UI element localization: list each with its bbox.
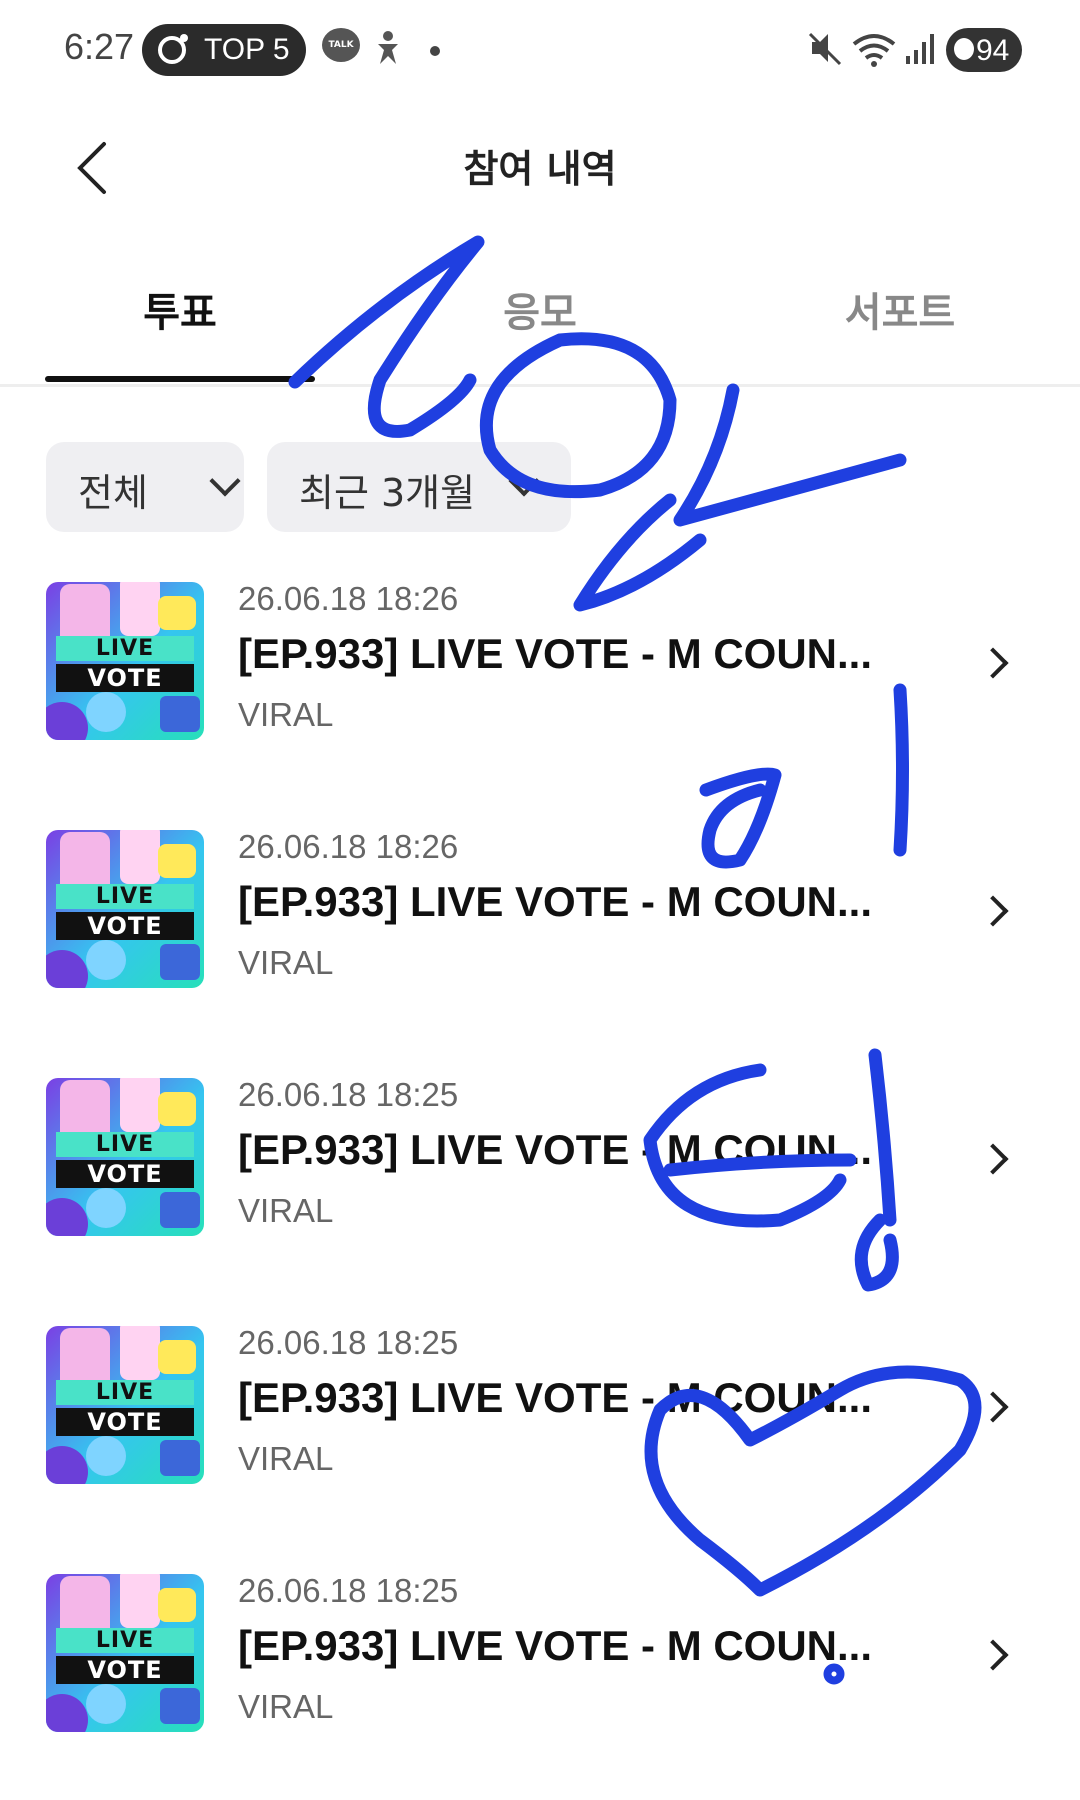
- wifi-icon: [852, 34, 896, 67]
- filter-type-label: 전체: [78, 471, 148, 515]
- accessibility-icon: [378, 31, 398, 64]
- chevron-right-icon: [977, 1143, 1009, 1175]
- thumb-live-text: LIVE: [56, 884, 194, 909]
- live-vote-thumbnail: LIVE VOTE: [46, 1326, 204, 1484]
- item-date: 26.06.18 18:25: [238, 1076, 459, 1113]
- mute-icon: [808, 32, 842, 66]
- item-date: 26.06.18 18:26: [238, 828, 459, 865]
- item-title: [EP.933] LIVE VOTE - M COUN...: [238, 1374, 873, 1421]
- battery-icon: 94: [946, 28, 1022, 72]
- notification-app-icon: [158, 34, 188, 64]
- item-title: [EP.933] LIVE VOTE - M COUN...: [238, 1126, 873, 1173]
- filter-type-dropdown[interactable]: 전체: [46, 442, 244, 532]
- chevron-right-icon: [977, 1639, 1009, 1671]
- list-item[interactable]: LIVE VOTE 26.06.18 18:26 [EP.933] LIVE V…: [0, 808, 1080, 1056]
- thumb-live-text: LIVE: [56, 1380, 194, 1405]
- battery-saver-icon: [954, 38, 974, 60]
- chevron-right-icon: [977, 895, 1009, 927]
- item-date: 26.06.18 18:25: [238, 1324, 459, 1361]
- filter-period-label: 최근 3개월: [299, 471, 476, 515]
- item-date: 26.06.18 18:25: [238, 1572, 459, 1609]
- item-category: VIRAL: [238, 1688, 334, 1725]
- header: 참여 내역: [0, 100, 1080, 230]
- live-vote-thumbnail: LIVE VOTE: [46, 1574, 204, 1732]
- thumb-live-text: LIVE: [56, 1132, 194, 1157]
- thumb-vote-text: VOTE: [56, 1160, 194, 1188]
- status-bar: 6:27 TOP 5 TALK 94: [0, 0, 1080, 100]
- live-vote-thumbnail: LIVE VOTE: [46, 582, 204, 740]
- item-category: VIRAL: [238, 944, 334, 981]
- chevron-down-icon: [209, 465, 241, 497]
- chevron-right-icon: [977, 647, 1009, 679]
- item-title: [EP.933] LIVE VOTE - M COUN...: [238, 1622, 873, 1669]
- thumb-live-text: LIVE: [56, 636, 194, 661]
- item-category: VIRAL: [238, 696, 334, 733]
- item-title: [EP.933] LIVE VOTE - M COUN...: [238, 630, 873, 677]
- tab-bar: 투표 응모 서포트: [0, 250, 1080, 387]
- thumb-vote-text: VOTE: [56, 1656, 194, 1684]
- talk-icon: TALK: [322, 28, 360, 62]
- live-vote-thumbnail: LIVE VOTE: [46, 830, 204, 988]
- pill-label: TOP 5: [204, 33, 290, 66]
- item-title: [EP.933] LIVE VOTE - M COUN...: [238, 878, 873, 925]
- item-category: VIRAL: [238, 1192, 334, 1229]
- page-title: 참여 내역: [463, 147, 617, 191]
- tab-vote[interactable]: 투표: [45, 280, 315, 338]
- dot-icon: [430, 46, 440, 56]
- ink-stroke: [673, 383, 907, 527]
- thumb-vote-text: VOTE: [56, 664, 194, 692]
- item-date: 26.06.18 18:26: [238, 580, 459, 617]
- filter-period-dropdown[interactable]: 최근 3개월: [267, 442, 571, 532]
- battery-level: 94: [976, 34, 1010, 67]
- live-vote-thumbnail: LIVE VOTE: [46, 1078, 204, 1236]
- thumb-vote-text: VOTE: [56, 912, 194, 940]
- item-category: VIRAL: [238, 1440, 334, 1477]
- list-item[interactable]: LIVE VOTE 26.06.18 18:25 [EP.933] LIVE V…: [0, 1056, 1080, 1304]
- chevron-right-icon: [977, 1391, 1009, 1423]
- list-item[interactable]: LIVE VOTE 26.06.18 18:26 [EP.933] LIVE V…: [0, 560, 1080, 808]
- list-item[interactable]: LIVE VOTE 26.06.18 18:25 [EP.933] LIVE V…: [0, 1552, 1080, 1800]
- active-tab-indicator: [45, 376, 315, 382]
- list-item[interactable]: LIVE VOTE 26.06.18 18:25 [EP.933] LIVE V…: [0, 1304, 1080, 1552]
- signal-icon: [906, 34, 934, 64]
- tab-support[interactable]: 서포트: [765, 280, 1035, 338]
- chevron-down-icon: [508, 465, 540, 497]
- tab-entry[interactable]: 응모: [405, 280, 675, 338]
- status-time: 6:27: [64, 26, 135, 67]
- top5-pill[interactable]: TOP 5: [142, 24, 306, 76]
- thumb-vote-text: VOTE: [56, 1408, 194, 1436]
- thumb-live-text: LIVE: [56, 1628, 194, 1653]
